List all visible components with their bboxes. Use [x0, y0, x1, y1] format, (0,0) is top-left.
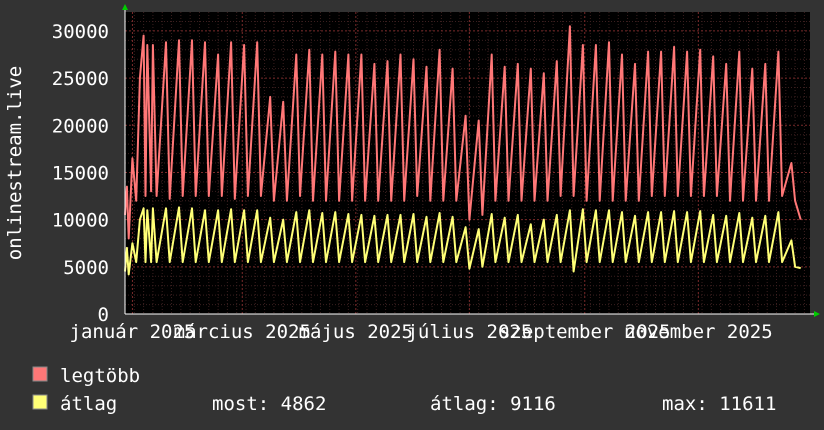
- legend-swatch-atlag: [32, 394, 48, 410]
- y-tick-label: 15000: [52, 162, 109, 184]
- stat-most: most: 4862: [212, 393, 326, 415]
- x-tick-label: március 2025: [174, 321, 311, 343]
- x-tick-labels: január 2025március 2025május 2025július …: [70, 321, 773, 343]
- legend-label-atlag: átlag: [60, 393, 117, 415]
- stat-max: max: 11611: [662, 393, 776, 415]
- y-tick-label: 30000: [52, 21, 109, 43]
- stat-atlag: átlag: 9116: [430, 393, 556, 415]
- y-tick-label: 5000: [63, 257, 109, 279]
- x-tick-label: május 2025: [299, 321, 413, 343]
- legend-swatch-legtobb: [32, 366, 48, 382]
- y-tick-label: 25000: [52, 68, 109, 90]
- y-tick-label: 20000: [52, 115, 109, 137]
- legend-label-legtobb: legtöbb: [60, 365, 140, 387]
- y-tick-label: 10000: [52, 210, 109, 232]
- chart-root: 050001000015000200002500030000 január 20…: [0, 0, 824, 430]
- x-tick-label: november 2025: [624, 321, 773, 343]
- y-axis-label: onlinestream.live: [4, 66, 26, 260]
